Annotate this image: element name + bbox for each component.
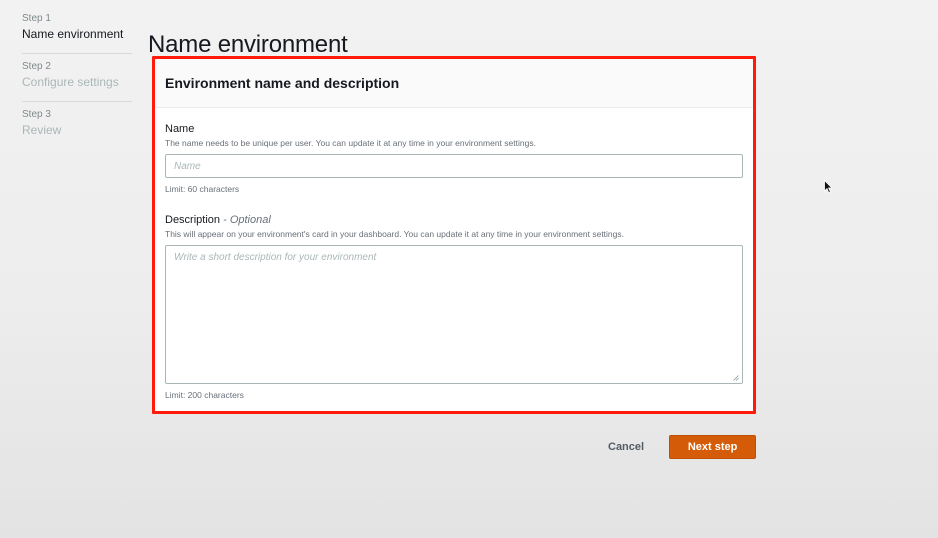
step-3[interactable]: Step 3 Review (22, 108, 132, 149)
mouse-cursor-icon (824, 180, 833, 194)
next-step-button[interactable]: Next step (669, 435, 757, 459)
step-2[interactable]: Step 2 Configure settings (22, 60, 132, 102)
form-actions: Cancel Next step (600, 435, 757, 459)
step-label: Name environment (22, 27, 124, 41)
step-1[interactable]: Step 1 Name environment (22, 12, 132, 54)
page-title: Name environment (148, 31, 348, 59)
step-label: Review (22, 123, 62, 137)
cancel-button[interactable]: Cancel (600, 435, 652, 459)
step-label: Configure settings (22, 75, 119, 89)
step-number: Step 3 (22, 109, 51, 120)
highlight-frame (152, 56, 756, 414)
wizard-steps: Step 1 Name environment Step 2 Configure… (22, 12, 132, 155)
step-number: Step 1 (22, 13, 51, 24)
step-number: Step 2 (22, 61, 51, 72)
